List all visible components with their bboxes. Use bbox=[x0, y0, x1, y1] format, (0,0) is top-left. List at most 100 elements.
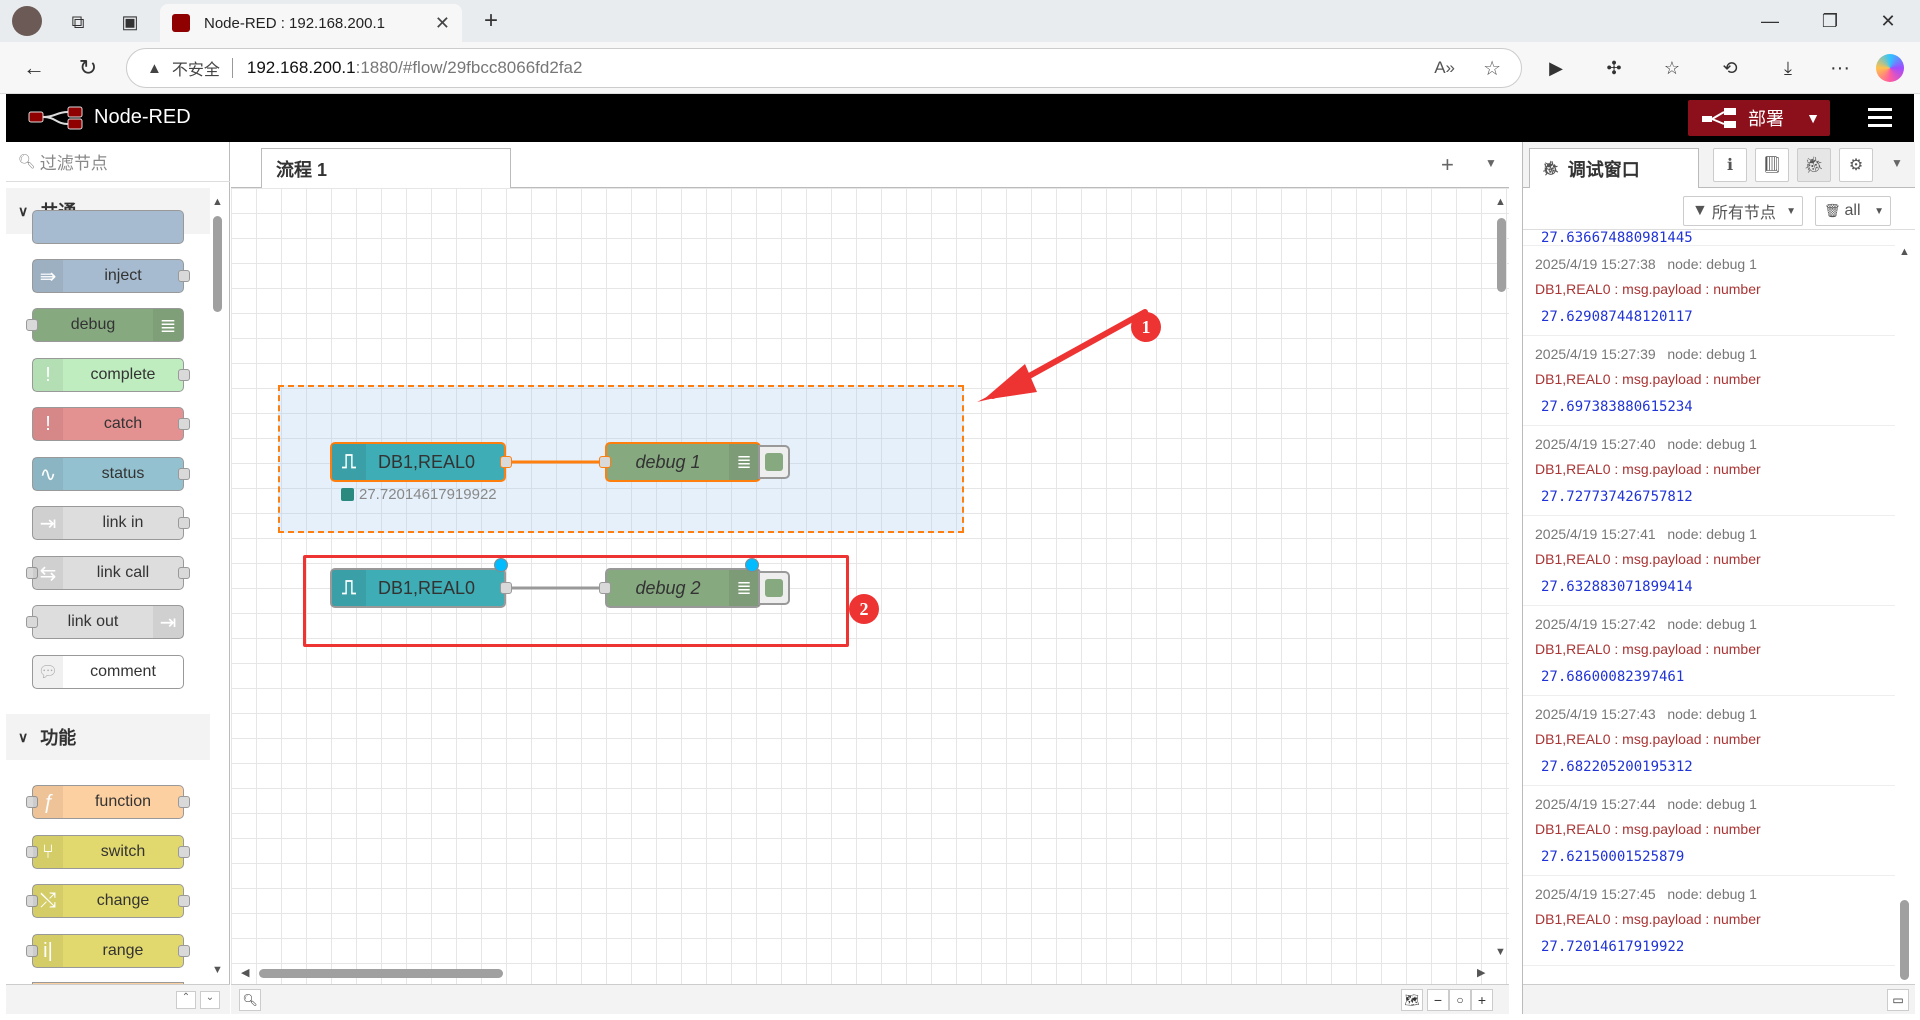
back-icon[interactable]: ← bbox=[18, 52, 50, 84]
play-icon[interactable]: ▶ bbox=[1540, 52, 1572, 84]
canvas-hscroll-thumb[interactable] bbox=[259, 969, 503, 978]
message-value[interactable]: 27.682205200195312 bbox=[1541, 759, 1693, 775]
message-value[interactable]: 27.632883071899414 bbox=[1541, 579, 1693, 595]
output-port[interactable] bbox=[178, 418, 190, 430]
tab-flow-1[interactable]: 流程 1 bbox=[261, 148, 511, 189]
debug-message[interactable]: 2025/4/19 15:27:44 node: debug 1 DB1,REA… bbox=[1523, 786, 1895, 876]
output-port[interactable] bbox=[178, 945, 190, 957]
main-menu-icon[interactable] bbox=[1868, 106, 1892, 128]
search-flows-icon[interactable]: 🔍︎ bbox=[239, 989, 261, 1011]
debug-message[interactable]: 2025/4/19 15:27:39 node: debug 1 DB1,REA… bbox=[1523, 336, 1895, 426]
palette-search[interactable]: 🔍︎ 过滤节点 bbox=[6, 142, 230, 182]
close-window-icon[interactable]: ✕ bbox=[1868, 6, 1908, 36]
output-port[interactable] bbox=[178, 369, 190, 381]
new-tab-icon[interactable]: + bbox=[476, 6, 506, 36]
palette-node-comment[interactable]: 💬︎ comment bbox=[32, 655, 184, 689]
message-value[interactable]: 27.629087448120117 bbox=[1541, 309, 1693, 325]
canvas-vscroll-thumb[interactable] bbox=[1497, 218, 1506, 292]
palette-node-range[interactable]: i| range bbox=[26, 934, 190, 968]
read-aloud-icon[interactable]: A» bbox=[1434, 58, 1455, 78]
minimize-icon[interactable]: — bbox=[1750, 6, 1790, 36]
tab-debug[interactable]: 🐞︎ 调试窗口 bbox=[1529, 148, 1699, 189]
output-port[interactable] bbox=[178, 796, 190, 808]
message-value[interactable]: 27.727737426757812 bbox=[1541, 489, 1693, 505]
close-tab-icon[interactable]: ✕ bbox=[435, 13, 450, 34]
address-bar[interactable]: ▲ 不安全 192.168.200.1 :1880/#flow/29fbcc80… bbox=[126, 48, 1522, 88]
debug-filter-dropdown[interactable]: ▼ 所有节点 ▼ bbox=[1683, 196, 1803, 226]
output-port[interactable] bbox=[178, 895, 190, 907]
add-flow-icon[interactable]: + bbox=[1441, 152, 1454, 178]
output-port[interactable] bbox=[178, 270, 190, 282]
message-value[interactable]: 27.636674880981445 bbox=[1541, 230, 1693, 246]
palette-node-inject[interactable]: ⇛ inject bbox=[32, 259, 190, 293]
favorites-icon[interactable]: ☆ bbox=[1656, 52, 1688, 84]
canvas-scroll-up-icon[interactable]: ▲ bbox=[1495, 196, 1506, 208]
palette-node-switch[interactable]: ⑂ switch bbox=[26, 835, 190, 869]
tab-actions-icon[interactable]: ▣ bbox=[116, 8, 144, 36]
navigator-icon[interactable]: 🗺︎ bbox=[1401, 989, 1423, 1011]
copilot-icon[interactable] bbox=[1876, 54, 1904, 82]
message-value[interactable]: 27.62150001525879 bbox=[1541, 849, 1684, 865]
palette-node-function[interactable]: ƒ function bbox=[26, 785, 190, 819]
message-value[interactable]: 27.72014617919922 bbox=[1541, 939, 1684, 955]
flow-canvas[interactable]: ⎍ DB1,REAL0 27.72014617919922 debug 1 ≣ … bbox=[231, 188, 1509, 984]
config-gear-icon[interactable]: ⚙ bbox=[1839, 148, 1873, 182]
palette-node-inject[interactable] bbox=[32, 210, 184, 244]
canvas-scroll-down-icon[interactable]: ▼ bbox=[1495, 946, 1506, 958]
expand-all-icon[interactable]: ⌄ bbox=[200, 991, 220, 1009]
palette-node-debug[interactable]: debug ≣ bbox=[26, 308, 184, 342]
maximize-icon[interactable]: ❐ bbox=[1810, 6, 1850, 36]
sidebar-scroll-up-icon[interactable]: ▲ bbox=[1899, 246, 1910, 258]
zoom-in-icon[interactable]: + bbox=[1471, 989, 1493, 1011]
palette-category-function[interactable]: ∨ 功能 bbox=[6, 714, 210, 760]
history-icon[interactable]: ⟲ bbox=[1714, 52, 1746, 84]
debug-message[interactable]: 2025/4/19 15:27:45 node: debug 1 DB1,REA… bbox=[1523, 876, 1895, 966]
scroll-up-icon[interactable]: ▲ bbox=[212, 196, 223, 208]
debug-message[interactable]: 2025/4/19 15:27:43 node: debug 1 DB1,REA… bbox=[1523, 696, 1895, 786]
downloads-icon[interactable]: ⤓ bbox=[1772, 52, 1804, 84]
palette-scroll-thumb[interactable] bbox=[213, 216, 222, 312]
deploy-dropdown-icon[interactable]: ▼ bbox=[1806, 110, 1820, 126]
reload-icon[interactable]: ↻ bbox=[72, 52, 104, 84]
canvas-scroll-left-icon[interactable]: ◀ bbox=[241, 966, 249, 979]
deploy-button[interactable]: 部署 ▼ bbox=[1688, 100, 1830, 136]
palette-node-status[interactable]: ∿ status bbox=[32, 457, 190, 491]
sidebar-menu-dropdown-icon[interactable]: ▼ bbox=[1891, 156, 1903, 170]
debug-bug-icon[interactable]: 🐞︎ bbox=[1797, 148, 1831, 182]
output-port[interactable] bbox=[178, 567, 190, 579]
browser-tab[interactable]: Node-RED : 192.168.200.1 ✕ bbox=[160, 4, 462, 42]
debug-message[interactable]: 2025/4/19 15:27:42 node: debug 1 DB1,REA… bbox=[1523, 606, 1895, 696]
palette-node-change[interactable]: ⤭ change bbox=[26, 884, 190, 918]
more-menu-icon[interactable]: ··· bbox=[1824, 52, 1856, 84]
canvas-scroll-right-icon[interactable]: ▶ bbox=[1477, 966, 1485, 979]
output-port[interactable] bbox=[178, 517, 190, 529]
palette-node-link-out[interactable]: link out ⇥ bbox=[26, 605, 184, 639]
palette-node-link-in[interactable]: ⇥ link in bbox=[32, 506, 190, 540]
zoom-reset-icon[interactable]: ○ bbox=[1449, 989, 1471, 1011]
output-port[interactable] bbox=[178, 468, 190, 480]
help-book-icon[interactable]: 📕︎ bbox=[1755, 148, 1789, 182]
output-port[interactable] bbox=[178, 846, 190, 858]
palette-node-link-call[interactable]: ⇆ link call bbox=[26, 556, 190, 590]
palette-node-catch[interactable]: ! catch bbox=[32, 407, 190, 441]
scroll-down-icon[interactable]: ▼ bbox=[212, 964, 223, 976]
extensions-icon[interactable]: ✣ bbox=[1598, 52, 1630, 84]
flow-list-dropdown-icon[interactable]: ▼ bbox=[1485, 156, 1497, 170]
profile-avatar[interactable] bbox=[12, 6, 42, 36]
debug-clear-dropdown[interactable]: 🗑︎ all ▼ bbox=[1815, 196, 1891, 226]
workspaces-icon[interactable]: ⧉ bbox=[64, 8, 92, 36]
message-value[interactable]: 27.697383880615234 bbox=[1541, 399, 1693, 415]
info-icon[interactable]: ℹ bbox=[1713, 148, 1747, 182]
palette-search-input[interactable]: 过滤节点 bbox=[40, 149, 108, 174]
debug-message[interactable]: 2025/4/19 15:27:41 node: debug 1 DB1,REA… bbox=[1523, 516, 1895, 606]
sidebar-scroll-thumb[interactable] bbox=[1900, 900, 1909, 980]
message-value[interactable]: 27.68600082397461 bbox=[1541, 669, 1684, 685]
collapse-all-icon[interactable]: ⌃ bbox=[176, 991, 196, 1009]
debug-message[interactable]: 2025/4/19 15:27:40 node: debug 1 DB1,REA… bbox=[1523, 426, 1895, 516]
palette-node-complete[interactable]: ! complete bbox=[32, 358, 190, 392]
palette-scrollbar[interactable] bbox=[210, 196, 224, 976]
zoom-out-icon[interactable]: − bbox=[1427, 989, 1449, 1011]
sidebar-popout-icon[interactable]: ▭ bbox=[1887, 989, 1909, 1011]
favorite-star-icon[interactable]: ☆ bbox=[1483, 56, 1501, 81]
debug-message[interactable]: 2025/4/19 15:27:38 node: debug 1 DB1,REA… bbox=[1523, 246, 1895, 336]
